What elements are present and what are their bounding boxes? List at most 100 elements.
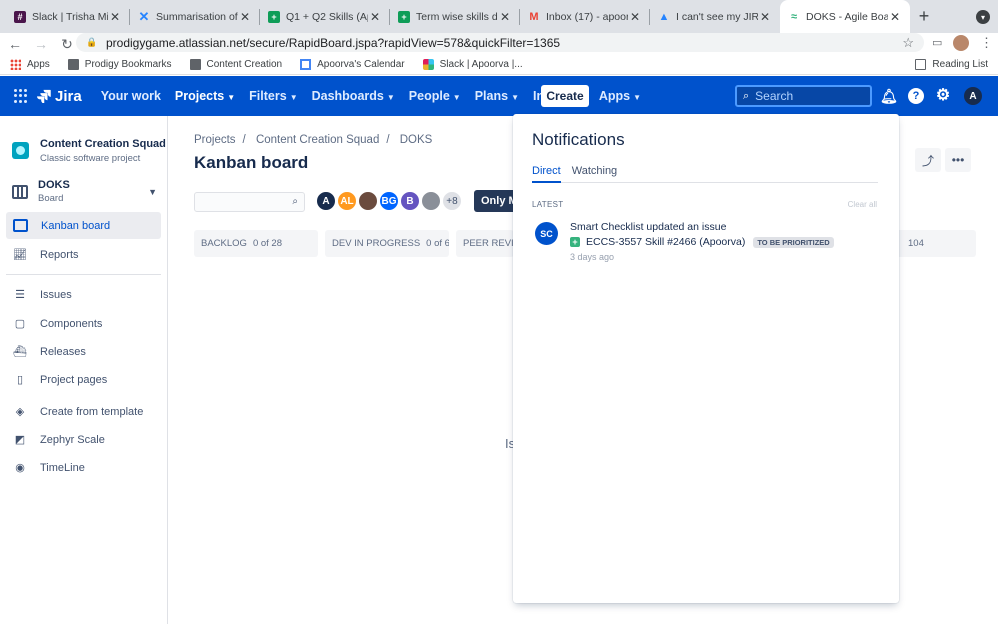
breadcrumb-projects[interactable]: Projects — [194, 134, 236, 146]
nav-filters[interactable]: Filters ▼ — [249, 89, 297, 103]
bookmark-star-icon[interactable]: ☆ — [902, 35, 914, 51]
project-header[interactable]: Content Creation Squad Classic software … — [12, 138, 166, 164]
sidebar-item-releases[interactable]: ⛴︎ Releases — [6, 338, 161, 365]
nav-label: Plans — [474, 89, 509, 103]
close-icon[interactable]: ✕ — [108, 10, 122, 24]
url-text: prodigygame.atlassian.net/secure/RapidBo… — [106, 35, 561, 50]
sidebar-item-create-from-template[interactable]: ◈ Create from template — [6, 398, 161, 425]
browser-tab-active[interactable]: ≈ DOKS - Agile Board - ✕ — [780, 0, 910, 33]
page-title: Kanban board — [194, 153, 309, 172]
sidebar-divider — [6, 274, 161, 275]
reading-list[interactable]: Reading List — [915, 59, 988, 70]
breadcrumb-project[interactable]: Content Creation Squad — [256, 134, 379, 146]
search-icon: ⌕ — [743, 89, 750, 102]
breadcrumb-board[interactable]: DOKS — [400, 134, 433, 146]
bookmark-prodigy[interactable]: Prodigy Bookmarks — [67, 59, 172, 70]
column-count: 0 of 6 — [426, 238, 449, 249]
more-actions-button[interactable]: ••• — [945, 148, 971, 172]
nav-projects[interactable]: Projects ▼ — [175, 89, 235, 103]
back-icon[interactable]: ← — [4, 36, 26, 52]
bookmark-calendar[interactable]: Apoorva's Calendar — [300, 59, 405, 70]
settings-gear-icon[interactable]: ⚙ — [935, 88, 951, 104]
jira-logo[interactable]: Jira — [37, 88, 82, 105]
sidebar-item-issues[interactable]: ☰ Issues — [6, 281, 161, 308]
assignee-avatar[interactable]: A — [315, 190, 337, 212]
tab-title: Q1 + Q2 Skills (Apoor — [286, 10, 368, 23]
tab-watching[interactable]: Watching — [572, 165, 617, 183]
reload-icon[interactable]: ↻ — [56, 36, 78, 53]
browser-menu-icon[interactable]: ⋮ — [980, 35, 993, 51]
new-tab-button[interactable]: + — [910, 0, 938, 33]
notification-text[interactable]: Smart Checklist updated an issue — [570, 221, 726, 233]
ship-icon: ⛴︎ — [13, 346, 27, 358]
browser-tab[interactable]: M Inbox (17) - apoorva.v ✕ — [520, 0, 650, 33]
column-count: 0 of 28 — [252, 238, 282, 249]
share-button[interactable]: ⤴ — [915, 148, 941, 172]
board-icon — [12, 184, 28, 199]
project-name: Content Creation Squad — [40, 138, 166, 150]
tab-search-icon[interactable]: ▾ — [976, 10, 990, 24]
bookmark-content-creation[interactable]: Content Creation — [189, 59, 282, 70]
browser-tab[interactable]: + Q1 + Q2 Skills (Apoor ✕ — [260, 0, 390, 33]
close-icon[interactable]: ✕ — [888, 10, 902, 24]
assignee-avatar[interactable] — [357, 190, 379, 212]
sidebar-item-kanban-board[interactable]: Kanban board — [6, 212, 161, 239]
address-bar[interactable]: 🔒 prodigygame.atlassian.net/secure/Rapid… — [76, 33, 924, 52]
close-icon[interactable]: ✕ — [238, 10, 252, 24]
browser-tab[interactable]: ✕ Summarisation of the ✕ — [130, 0, 260, 33]
notifications-tabs: Direct Watching — [532, 165, 878, 183]
more-assignees-avatar[interactable]: +8 — [441, 190, 463, 212]
reading-list-icon — [915, 59, 927, 70]
nav-apps[interactable]: Apps ▼ — [599, 89, 641, 103]
sidebar-item-components[interactable]: ▢ Components — [6, 310, 161, 337]
tab-direct[interactable]: Direct — [532, 165, 561, 183]
nav-your-work[interactable]: Your work — [101, 89, 161, 103]
create-button[interactable]: Create — [541, 85, 589, 107]
sidebar-item-timeline[interactable]: ◉ TimeLine — [6, 454, 161, 481]
sidebar-item-project-pages[interactable]: ▯ Project pages — [6, 366, 161, 393]
sidebar-item-label: Components — [40, 317, 103, 330]
browser-tab[interactable]: # Slack | Trisha Mishra ✕ — [0, 0, 130, 33]
sidebar-item-label: Issues — [40, 288, 72, 301]
forward-icon[interactable]: → — [30, 36, 52, 52]
bookmark-apps[interactable]: Apps — [10, 59, 50, 70]
assignee-avatar[interactable]: BG — [378, 190, 400, 212]
nav-dashboards[interactable]: Dashboards ▼ — [312, 89, 395, 103]
bookmark-label: Apps — [27, 59, 50, 70]
user-avatar[interactable]: A — [964, 87, 982, 105]
browser-toolbar: ← → ↻ 🔒 prodigygame.atlassian.net/secure… — [0, 33, 998, 55]
nav-people[interactable]: People ▼ — [409, 89, 461, 103]
assignee-avatar[interactable]: B — [399, 190, 421, 212]
app-switcher-icon[interactable] — [14, 89, 28, 103]
page-icon: ▯ — [16, 374, 24, 386]
sidebar-item-zephyr-scale[interactable]: ◩ Zephyr Scale — [6, 426, 161, 453]
only-my-issues-filter[interactable]: Only My Issues — [474, 190, 514, 212]
board-search-input[interactable]: ⌕ — [194, 192, 305, 212]
close-icon[interactable]: ✕ — [628, 10, 642, 24]
nav-plans[interactable]: Plans ▼ — [475, 89, 519, 103]
column-name: Backlog — [201, 238, 247, 249]
browser-tab[interactable]: ▲ I can't see my JIRA Cl ✕ — [650, 0, 780, 33]
notification-issue-link[interactable]: + ECCS-3557 Skill #2466 (Apoorva) TO BE … — [570, 236, 834, 248]
sidebar-item-label: Create from template — [40, 405, 144, 418]
assignee-avatar[interactable]: AL — [336, 190, 358, 212]
nav-label: Projects — [174, 89, 225, 103]
close-icon[interactable]: ✕ — [498, 10, 512, 24]
notifications-icon[interactable]: 🔔︎ — [880, 88, 898, 104]
assignee-avatar[interactable] — [420, 190, 442, 212]
clear-all-button[interactable]: Clear all — [848, 200, 877, 209]
browser-tab[interactable]: + Term wise skills divisi ✕ — [390, 0, 520, 33]
board-selector[interactable]: DOKS Board ▼ — [12, 179, 157, 204]
profile-avatar[interactable] — [953, 35, 969, 51]
help-icon[interactable]: ? — [908, 88, 924, 104]
bookmark-slack[interactable]: Slack | Apoorva |... — [422, 59, 523, 70]
close-icon[interactable]: ✕ — [368, 10, 382, 24]
cast-icon[interactable]: ▭ — [932, 36, 942, 49]
bookmarks-bar: Apps Prodigy Bookmarks Content Creation … — [0, 55, 998, 75]
story-type-icon: + — [570, 237, 580, 247]
close-icon[interactable]: ✕ — [758, 10, 772, 24]
jira-board-icon: ≈ — [790, 10, 798, 23]
search-input[interactable]: ⌕ Search — [735, 85, 872, 107]
sidebar-item-reports[interactable]: 📈︎ Reports — [6, 241, 161, 268]
nav-label: Filters — [249, 89, 287, 103]
